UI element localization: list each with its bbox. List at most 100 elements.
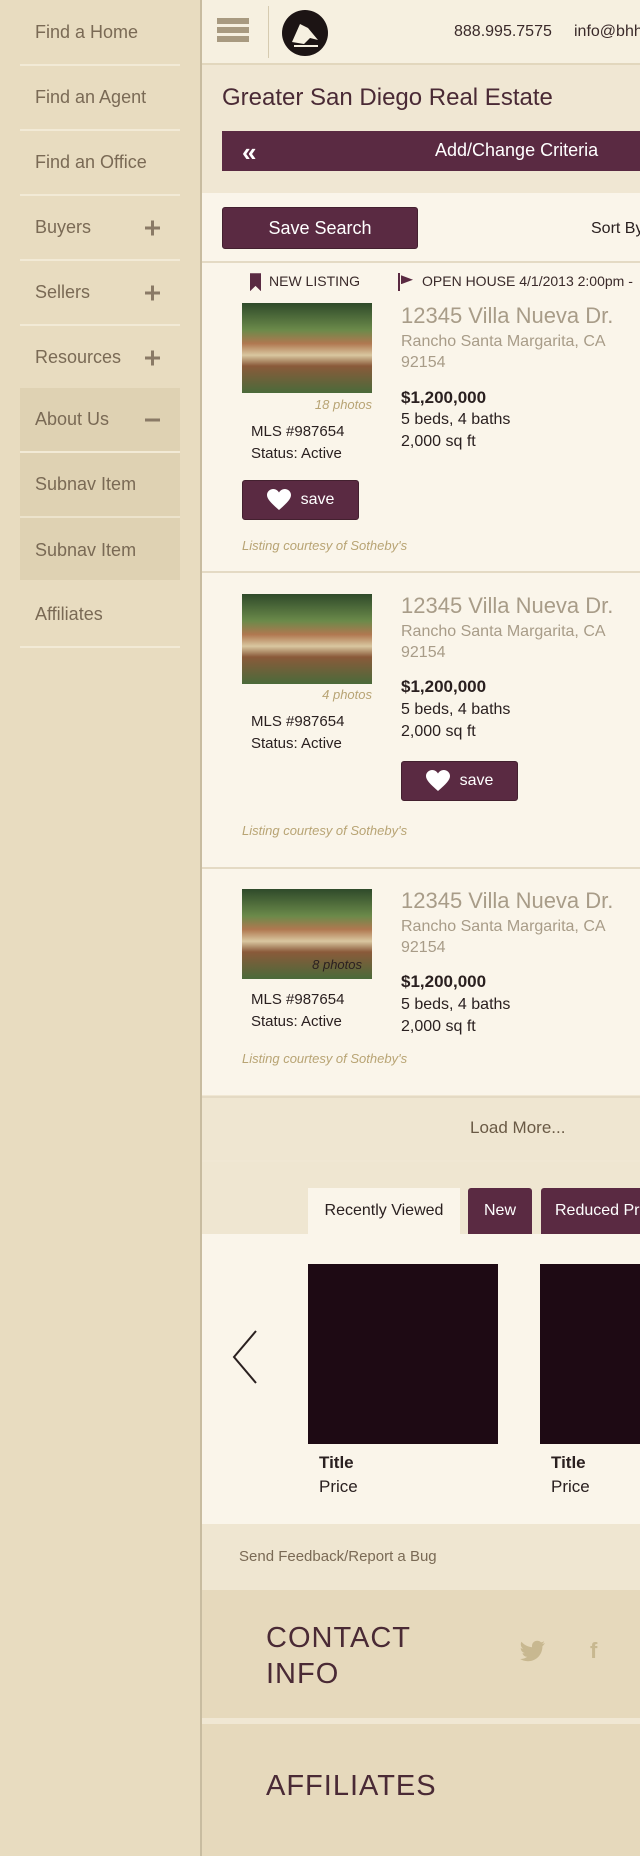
listing-mls: MLS #987654 Status: Active xyxy=(251,711,344,755)
divider xyxy=(268,6,269,58)
save-label: save xyxy=(459,772,494,789)
page-title: Greater San Diego Real Estate xyxy=(222,84,553,111)
send-feedback-link[interactable]: Send Feedback/Report a Bug xyxy=(239,1548,437,1565)
save-search-button[interactable]: Save Search xyxy=(222,207,418,249)
contact-heading-line: INFO xyxy=(266,1658,340,1690)
bookmark-icon xyxy=(250,273,261,292)
listing-status: Status: Active xyxy=(251,735,342,752)
hamburger-menu-icon[interactable] xyxy=(217,18,249,48)
square-feet: 2,000 sq ft xyxy=(401,1018,476,1035)
listing-status: Status: Active xyxy=(251,445,342,462)
save-label: save xyxy=(300,491,335,508)
sidebar-nav: Find a Home Find an Agent Find an Office… xyxy=(0,0,200,1856)
listing-city: Rancho Santa Margarita, CA 92154 xyxy=(401,623,605,661)
listing-mls: MLS #987654 Status: Active xyxy=(251,421,344,465)
sidebar-item-find-an-agent[interactable]: Find an Agent xyxy=(20,66,180,131)
listing-specs: 5 beds, 4 baths 2,000 sq ft xyxy=(401,409,510,453)
affiliates-heading: AFFILIATES xyxy=(266,1770,437,1802)
new-listing-badge: NEW LISTING xyxy=(250,273,361,292)
double-chevron-left-icon: « xyxy=(242,137,257,167)
listing-courtesy: Listing courtesy of Sotheby's xyxy=(242,1051,408,1066)
add-change-criteria-button[interactable]: « Add/Change Criteria xyxy=(222,131,640,171)
listing-address[interactable]: 12345 Villa Nueva Dr. xyxy=(401,593,613,619)
sidebar-item-buyers[interactable]: Buyers xyxy=(20,196,180,261)
listing-city: Rancho Santa Margarita, CA 92154 xyxy=(401,333,605,371)
carousel-card-title[interactable]: Title xyxy=(319,1453,354,1473)
listing-specs: 5 beds, 4 baths 2,000 sq ft xyxy=(401,699,510,743)
carousel-card-price: Price xyxy=(551,1477,590,1496)
carousel-card-image[interactable] xyxy=(540,1264,640,1444)
listing-price: $1,200,000 xyxy=(401,972,487,991)
tab-reduced-price[interactable]: Reduced Pri xyxy=(541,1188,640,1234)
open-house-badge: OPEN HOUSE 4/1/2013 2:00pm - xyxy=(398,273,633,292)
sidebar-subnav-item[interactable]: Subnav Item xyxy=(20,453,180,518)
feedback-bar: Send Feedback/Report a Bug xyxy=(202,1524,640,1590)
divider xyxy=(202,571,640,573)
carousel-card-price: Price xyxy=(319,1477,358,1496)
sidebar-item-label: Buyers xyxy=(35,217,92,237)
new-listing-label: NEW LISTING xyxy=(269,273,361,289)
expand-plus-icon[interactable] xyxy=(145,220,160,235)
listing-photo[interactable] xyxy=(242,303,372,393)
save-listing-button[interactable]: save xyxy=(242,480,359,520)
sidebar-item-about-us[interactable]: About Us xyxy=(20,388,180,453)
contact-info-heading: CONTACT INFO xyxy=(266,1620,411,1692)
sort-by-dropdown[interactable]: Sort By xyxy=(591,220,640,238)
photo-count[interactable]: 8 photos xyxy=(232,957,362,972)
mls-number: MLS #987654 xyxy=(251,991,345,1008)
contact-info-section[interactable]: CONTACT INFO f xyxy=(202,1590,640,1718)
listing-photo[interactable] xyxy=(242,594,372,684)
divider xyxy=(202,867,640,869)
twitter-icon[interactable] xyxy=(520,1640,546,1668)
sidebar-item-label: Find an Agent xyxy=(35,87,147,107)
square-feet: 2,000 sq ft xyxy=(401,723,476,740)
beds-baths: 5 beds, 4 baths xyxy=(401,996,511,1013)
listing-specs: 5 beds, 4 baths 2,000 sq ft xyxy=(401,994,510,1038)
carousel-card-title[interactable]: Title xyxy=(551,1453,586,1473)
facebook-icon[interactable]: f xyxy=(590,1638,597,1664)
sidebar-item-find-a-home[interactable]: Find a Home xyxy=(20,1,180,66)
sidebar-item-resources[interactable]: Resources xyxy=(20,326,180,391)
save-listing-button[interactable]: save xyxy=(401,761,518,801)
beds-baths: 5 beds, 4 baths xyxy=(401,701,511,718)
heart-icon xyxy=(425,770,450,792)
load-more-label: Load More... xyxy=(470,1118,566,1137)
sidebar-item-sellers[interactable]: Sellers xyxy=(20,261,180,326)
expand-plus-icon[interactable] xyxy=(145,285,160,300)
sidebar-item-affiliates[interactable]: Affiliates xyxy=(20,583,180,648)
sidebar-item-label: Subnav Item xyxy=(35,474,137,494)
results-panel: Save Search Sort By NEW LISTING OPEN HOU… xyxy=(202,193,640,1095)
main-content: 888.995.7575 info@bhh Greater San Diego … xyxy=(200,0,640,1856)
top-bar: 888.995.7575 info@bhh xyxy=(202,0,640,65)
flag-icon xyxy=(398,273,414,292)
beds-baths: 5 beds, 4 baths xyxy=(401,411,511,428)
sidebar-subnav-item[interactable]: Subnav Item xyxy=(20,518,180,583)
collapse-minus-icon[interactable] xyxy=(145,418,160,421)
listing-price: $1,200,000 xyxy=(401,677,487,696)
tab-recently-viewed[interactable]: Recently Viewed xyxy=(308,1188,460,1234)
carousel-card-image[interactable] xyxy=(308,1264,498,1444)
photo-count[interactable]: 18 photos xyxy=(242,397,372,412)
affiliates-section[interactable]: AFFILIATES xyxy=(202,1724,640,1856)
criteria-label: Add/Change Criteria xyxy=(435,140,599,160)
email-link[interactable]: info@bhh xyxy=(574,23,640,41)
sidebar-item-find-an-office[interactable]: Find an Office xyxy=(20,131,180,196)
sidebar-item-label: Affiliates xyxy=(35,604,103,624)
expand-plus-icon[interactable] xyxy=(145,350,160,365)
load-more-button[interactable]: Load More... xyxy=(202,1096,640,1160)
sidebar-item-label: Sellers xyxy=(35,282,91,302)
photo-count[interactable]: 4 photos xyxy=(242,687,372,702)
listing-status: Status: Active xyxy=(251,1013,342,1030)
phone-link[interactable]: 888.995.7575 xyxy=(454,23,552,41)
tab-new[interactable]: New xyxy=(468,1188,532,1234)
listing-price: $1,200,000 xyxy=(401,388,487,407)
sidebar-item-label: Subnav Item xyxy=(35,540,137,560)
divider xyxy=(202,261,640,263)
listing-address[interactable]: 12345 Villa Nueva Dr. xyxy=(401,888,613,914)
listing-address[interactable]: 12345 Villa Nueva Dr. xyxy=(401,303,613,329)
mls-number: MLS #987654 xyxy=(251,423,345,440)
open-house-label: OPEN HOUSE xyxy=(422,273,516,289)
contact-heading-line: CONTACT xyxy=(266,1622,412,1654)
chevron-left-icon[interactable] xyxy=(232,1329,258,1385)
brand-logo[interactable] xyxy=(282,10,328,56)
